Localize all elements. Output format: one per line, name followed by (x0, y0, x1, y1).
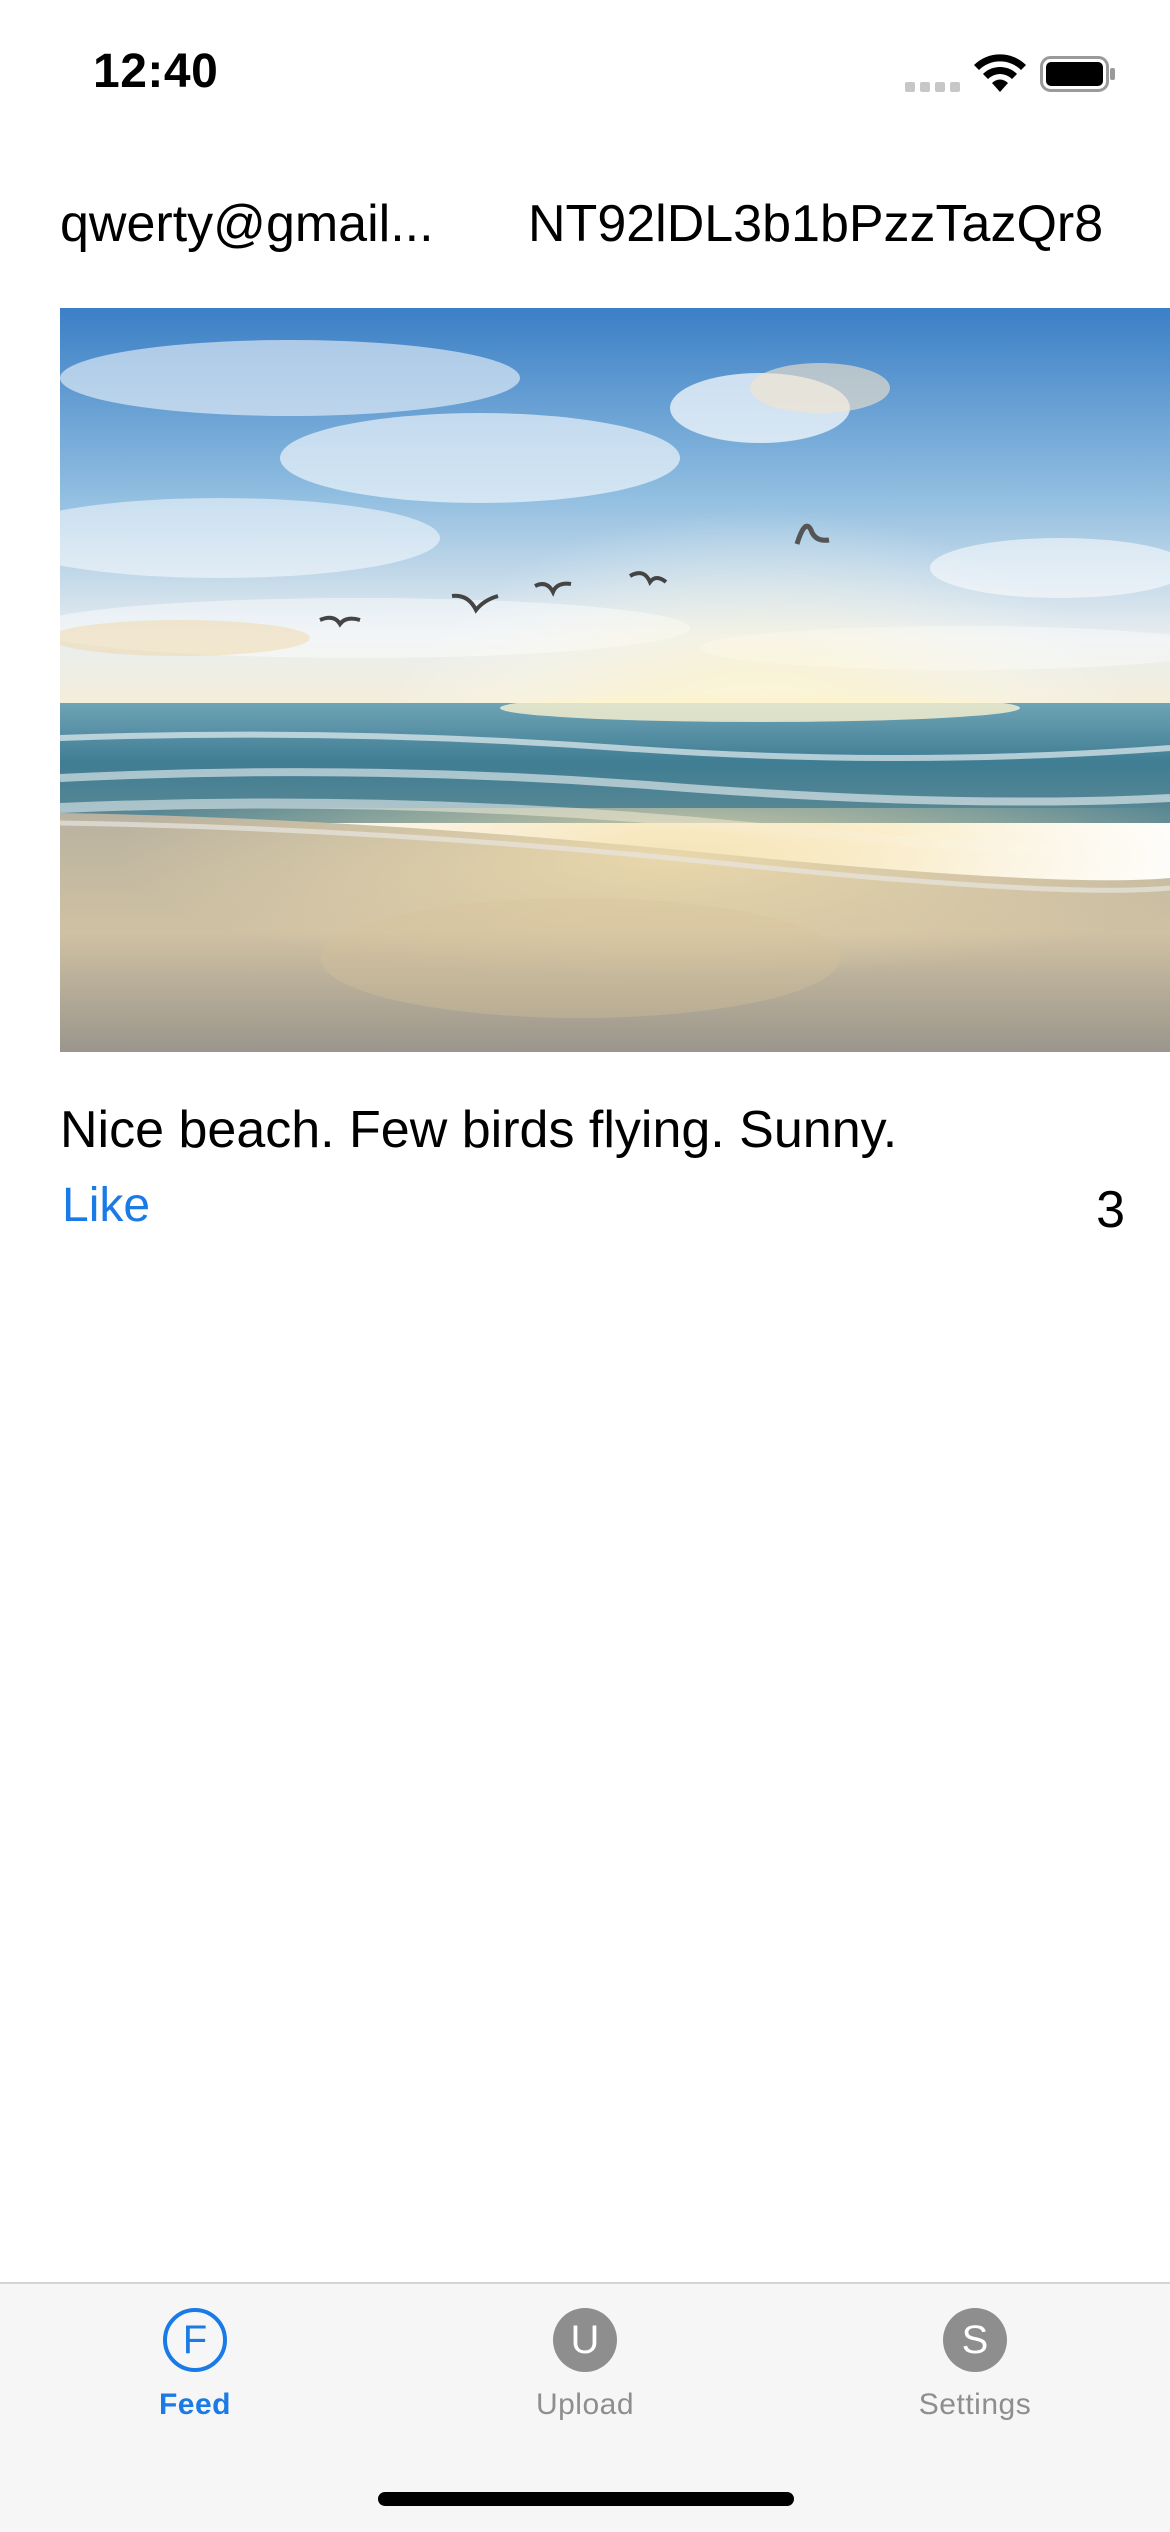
post-header: qwerty@gmail... NT92lDL3b1bPzzTazQr8 (0, 180, 1170, 270)
feed-screen: 12:40 qwerty@gmail... NT92lDL3b1bPzzTazQ… (0, 0, 1170, 2532)
home-indicator[interactable] (378, 2492, 794, 2506)
user-id: NT92lDL3b1bPzzTazQr8 (528, 195, 1104, 253)
settings-icon: S (943, 2308, 1007, 2372)
status-time: 12:40 (93, 45, 219, 98)
tab-upload[interactable]: U Upload (390, 2284, 780, 2454)
status-bar: 12:40 (0, 0, 1170, 140)
tab-feed-label: Feed (158, 2388, 232, 2421)
battery-icon (1040, 56, 1115, 92)
tab-upload-label: Upload (535, 2388, 635, 2421)
tab-settings-label: Settings (918, 2388, 1032, 2421)
post-caption: Nice beach. Few birds flying. Sunny. (60, 1101, 898, 1159)
like-button[interactable]: Like (62, 1178, 150, 1233)
post-image (60, 308, 1170, 1052)
like-count: 3 (1096, 1181, 1125, 1239)
wifi-icon (974, 54, 1026, 92)
upload-icon: U (553, 2308, 617, 2372)
feed-icon: F (163, 2308, 227, 2372)
tab-settings[interactable]: S Settings (780, 2284, 1170, 2454)
user-email: qwerty@gmail... (60, 195, 434, 253)
tab-feed[interactable]: F Feed (0, 2284, 390, 2454)
signal-icon (905, 82, 960, 92)
